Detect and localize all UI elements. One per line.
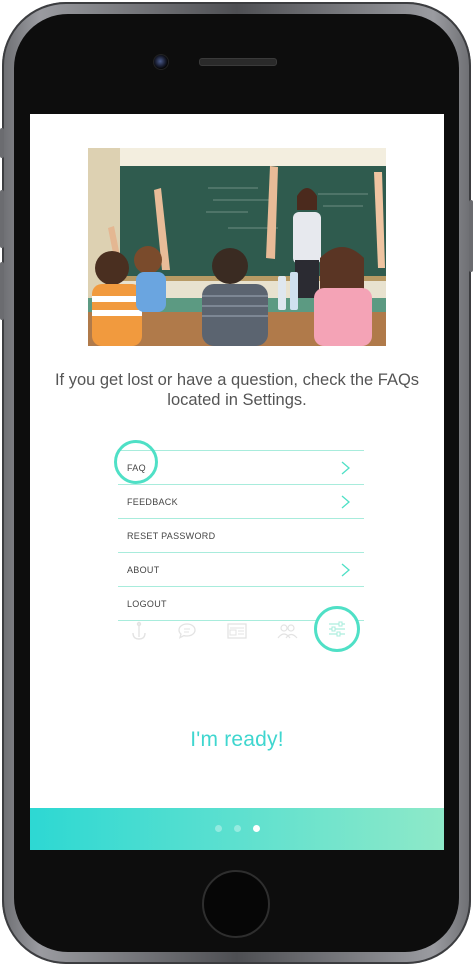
intro-text: If you get lost or have a question, chec… [54, 371, 420, 409]
front-camera [153, 54, 169, 70]
tab-people[interactable] [276, 621, 298, 641]
menu-item-label: ABOUT [127, 564, 160, 575]
sliders-icon [329, 621, 345, 637]
faq-highlight-ring [114, 440, 158, 484]
tab-settings[interactable] [314, 606, 360, 652]
anchor-icon [132, 621, 146, 640]
page-indicator [215, 825, 261, 833]
tab-news[interactable] [226, 621, 248, 641]
page-dot[interactable] [234, 825, 241, 832]
menu-item-feedback[interactable]: FEEDBACK [118, 485, 364, 519]
classroom-photo [88, 148, 386, 346]
tab-chat[interactable] [176, 621, 198, 641]
mute-switch [0, 128, 4, 158]
tab-home[interactable] [128, 621, 150, 641]
power-button [469, 200, 473, 272]
pager-footer [30, 808, 444, 850]
ready-button[interactable]: I'm ready! [30, 728, 444, 752]
page-dot[interactable] [215, 825, 222, 832]
chevron-right-icon [341, 461, 350, 475]
menu-item-about[interactable]: ABOUT [118, 553, 364, 587]
chat-bubble-icon [178, 623, 196, 639]
onboarding-screen: If you get lost or have a question, chec… [30, 114, 444, 850]
newspaper-icon [227, 623, 247, 639]
settings-menu: FAQ FEEDBACK RESET PASSWORD ABOUT LOGOUT [118, 450, 364, 621]
volume-down-button [0, 262, 4, 320]
menu-item-label: FEEDBACK [127, 496, 178, 507]
earpiece-speaker [199, 58, 277, 66]
page-dot-active[interactable] [253, 825, 260, 832]
home-button[interactable] [202, 870, 270, 938]
menu-item-label: LOGOUT [127, 598, 167, 609]
menu-item-reset-password[interactable]: RESET PASSWORD [118, 519, 364, 553]
menu-item-label: RESET PASSWORD [127, 530, 216, 541]
chevron-right-icon [341, 563, 350, 577]
chevron-right-icon [341, 495, 350, 509]
volume-up-button [0, 190, 4, 248]
people-icon [277, 624, 298, 639]
